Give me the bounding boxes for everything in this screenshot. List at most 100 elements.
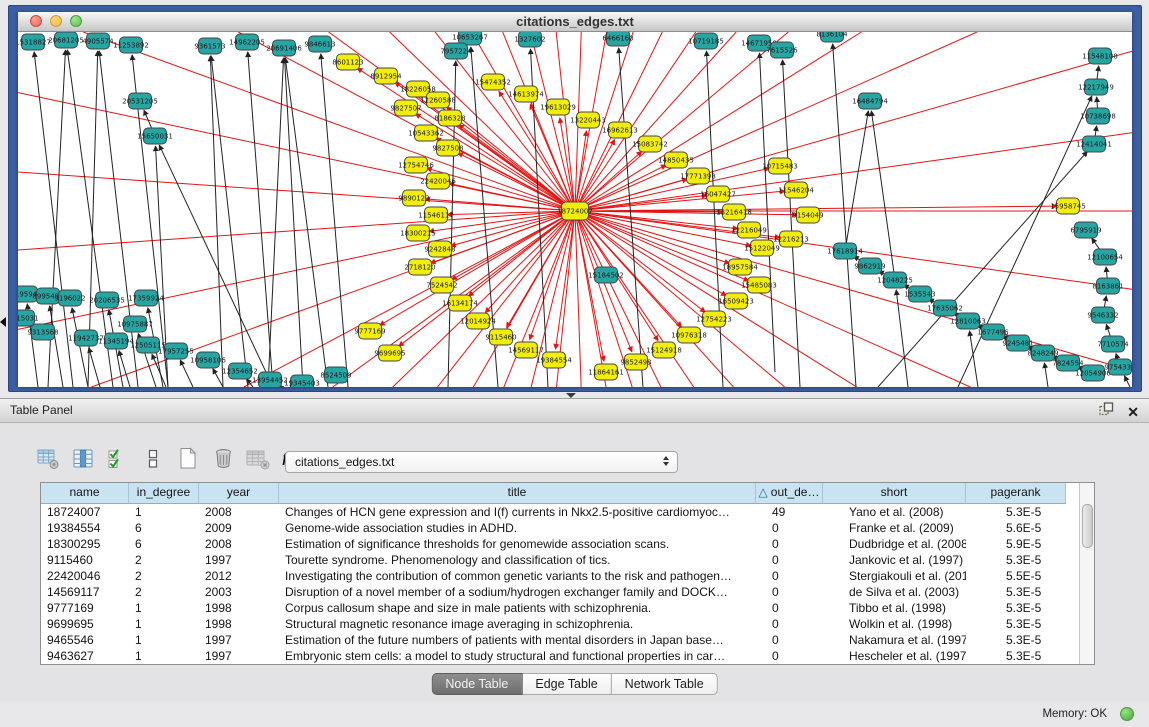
tab-network-table[interactable]: Network Table <box>612 673 718 695</box>
graph-node[interactable]: 10958106 <box>190 352 226 368</box>
table-row[interactable]: 911546021997Tourette syndrome. Phenomeno… <box>41 552 1066 568</box>
graph-node[interactable]: 12100654 <box>1087 249 1123 265</box>
graph-node[interactable]: 10975887 <box>117 316 153 332</box>
create-column-icon[interactable] <box>174 445 202 472</box>
graph-node[interactable]: 19345403 <box>284 375 320 387</box>
graph-node[interactable]: 19613029 <box>540 99 576 115</box>
graph-node[interactable]: 9154049 <box>792 207 823 223</box>
column-header-title[interactable]: title <box>279 483 756 503</box>
close-panel-icon[interactable]: ✕ <box>1127 404 1139 420</box>
graph-node[interactable]: 7615526 <box>766 42 798 58</box>
column-visibility-icon[interactable] <box>69 445 97 472</box>
column-header-pagerank[interactable]: pagerank <box>966 483 1066 503</box>
graph-node[interactable]: 20531205 <box>122 93 158 109</box>
table-row[interactable]: 946554611997Estimation of the future num… <box>41 632 1066 648</box>
table-row[interactable]: 977716911998Corpus callosum shape and si… <box>41 600 1066 616</box>
graph-node[interactable]: 9846613 <box>304 36 335 52</box>
panel-collapse-handle[interactable] <box>0 317 6 327</box>
table-row[interactable]: 969969511998Structural magnetic resonanc… <box>41 616 1066 632</box>
graph-node[interactable]: 9777169 <box>354 323 385 339</box>
graph-node[interactable]: 12217949 <box>1078 79 1114 95</box>
graph-node[interactable]: 11253892 <box>113 37 149 53</box>
graph-node[interactable]: 16962613 <box>602 122 638 138</box>
graph-node[interactable]: 8186328 <box>434 110 465 126</box>
table-select-dropdown[interactable]: citations_edges.txt <box>285 451 678 473</box>
graph-node[interactable]: 12754223 <box>696 311 732 327</box>
table-row[interactable]: 1938455462009Genome-wide association stu… <box>41 520 1066 536</box>
graph-node[interactable]: 7524542 <box>426 277 457 293</box>
graph-node[interactable]: 11864161 <box>588 364 624 380</box>
column-header-out_de[interactable]: △out_de… <box>756 483 823 503</box>
graph-node[interactable]: 12754746 <box>398 157 434 173</box>
column-header-name[interactable]: name <box>41 483 129 503</box>
graph-node[interactable]: 9196022 <box>54 290 85 306</box>
graph-node[interactable]: 8912954 <box>370 68 402 84</box>
graph-node[interactable]: 9115460 <box>485 329 516 345</box>
table-row[interactable]: 946362711997Embryonic stem cells: a mode… <box>41 648 1066 664</box>
memory-status-indicator[interactable] <box>1120 707 1134 721</box>
graph-node[interactable]: 8524509 <box>320 367 351 383</box>
graph-node[interactable]: 14850435 <box>658 152 694 168</box>
graph-node[interactable]: 9242848 <box>424 241 455 257</box>
graph-node[interactable]: 8601123 <box>332 54 363 70</box>
graph-node[interactable]: 15474352 <box>475 74 511 90</box>
graph-node[interactable]: 9361573 <box>194 38 225 54</box>
float-panel-icon[interactable] <box>1099 402 1114 421</box>
graph-node[interactable]: 20206535 <box>89 292 125 308</box>
graph-node[interactable]: 9699695 <box>374 345 405 361</box>
graph-node[interactable]: 13220443 <box>570 112 606 128</box>
graph-node[interactable]: 7710574 <box>1097 336 1129 352</box>
graph-hub-node[interactable]: 18724007 <box>557 202 593 220</box>
table-mode-icon[interactable] <box>139 445 167 472</box>
graph-node[interactable]: 15083742 <box>632 136 668 152</box>
graph-node[interactable]: 9852493 <box>620 354 651 370</box>
graph-node[interactable]: 1535543 <box>904 286 935 302</box>
graph-node[interactable]: 4905574 <box>82 33 114 49</box>
graph-node[interactable]: 6795919 <box>1070 222 1101 238</box>
import-table-disabled-icon[interactable] <box>244 445 272 472</box>
table-row[interactable]: 1872400712008Changes of HCN gene express… <box>41 504 1066 520</box>
graph-node[interactable]: 9546332 <box>1087 307 1118 323</box>
graph-node[interactable]: 8136104 <box>816 32 848 42</box>
graph-node[interactable]: 11546117 <box>418 207 454 223</box>
graph-node[interactable]: 15958745 <box>1050 198 1086 214</box>
graph-node[interactable]: 8163861 <box>1092 278 1123 294</box>
graph-node[interactable]: 9754331 <box>1104 359 1132 375</box>
graph-node[interactable]: 15124918 <box>646 342 682 358</box>
graph-node[interactable]: 16047427 <box>700 186 736 202</box>
graph-node[interactable]: 16509423 <box>718 293 754 309</box>
graph-node[interactable]: 17618914 <box>827 243 863 259</box>
table-row[interactable]: 2242004622012Investigating the contribut… <box>41 568 1066 584</box>
column-header-year[interactable]: year <box>199 483 279 503</box>
graph-node[interactable]: 1327602 <box>514 32 545 47</box>
scrollbar-thumb[interactable] <box>1082 504 1093 548</box>
graph-node[interactable]: 7957224 <box>440 43 472 59</box>
graph-node[interactable]: 18300215 <box>400 225 436 241</box>
graph-node[interactable]: 1677496 <box>977 324 1009 340</box>
graph-node[interactable]: 15318827 <box>18 34 51 50</box>
minimize-window-button[interactable] <box>50 15 62 27</box>
table-settings-icon[interactable] <box>34 445 62 472</box>
graph-node[interactable]: 14962205 <box>229 34 265 50</box>
graph-node[interactable]: 15650031 <box>137 128 173 144</box>
graph-node[interactable]: 9862919 <box>854 258 885 274</box>
graph-node[interactable]: 10715483 <box>762 158 798 174</box>
tab-node-table[interactable]: Node Table <box>431 673 522 695</box>
graph-node[interactable]: 20691406 <box>266 40 302 56</box>
table-row[interactable]: 1830029562008Estimation of significance … <box>41 536 1066 552</box>
graph-node[interactable]: 12048225 <box>877 272 913 288</box>
network-canvas[interactable]: 18724007 1531882720681205490557411253892 9… <box>18 32 1132 387</box>
row-selection-icon[interactable] <box>104 445 132 472</box>
close-window-button[interactable] <box>30 15 42 27</box>
column-header-in_degree[interactable]: in_degree <box>129 483 199 503</box>
tab-edge-table[interactable]: Edge Table <box>522 673 611 695</box>
delete-column-icon[interactable] <box>209 445 237 472</box>
graph-node[interactable]: 2718120 <box>404 259 435 275</box>
graph-node[interactable]: 14613974 <box>508 86 544 102</box>
zoom-window-button[interactable] <box>70 15 82 27</box>
graph-node[interactable]: 20681205 <box>48 32 84 48</box>
column-header-short[interactable]: short <box>823 483 966 503</box>
graph-node[interactable]: 9827507 <box>390 100 421 116</box>
table-scrollbar[interactable] <box>1079 483 1094 664</box>
graph-node[interactable]: 10976318 <box>671 327 707 343</box>
